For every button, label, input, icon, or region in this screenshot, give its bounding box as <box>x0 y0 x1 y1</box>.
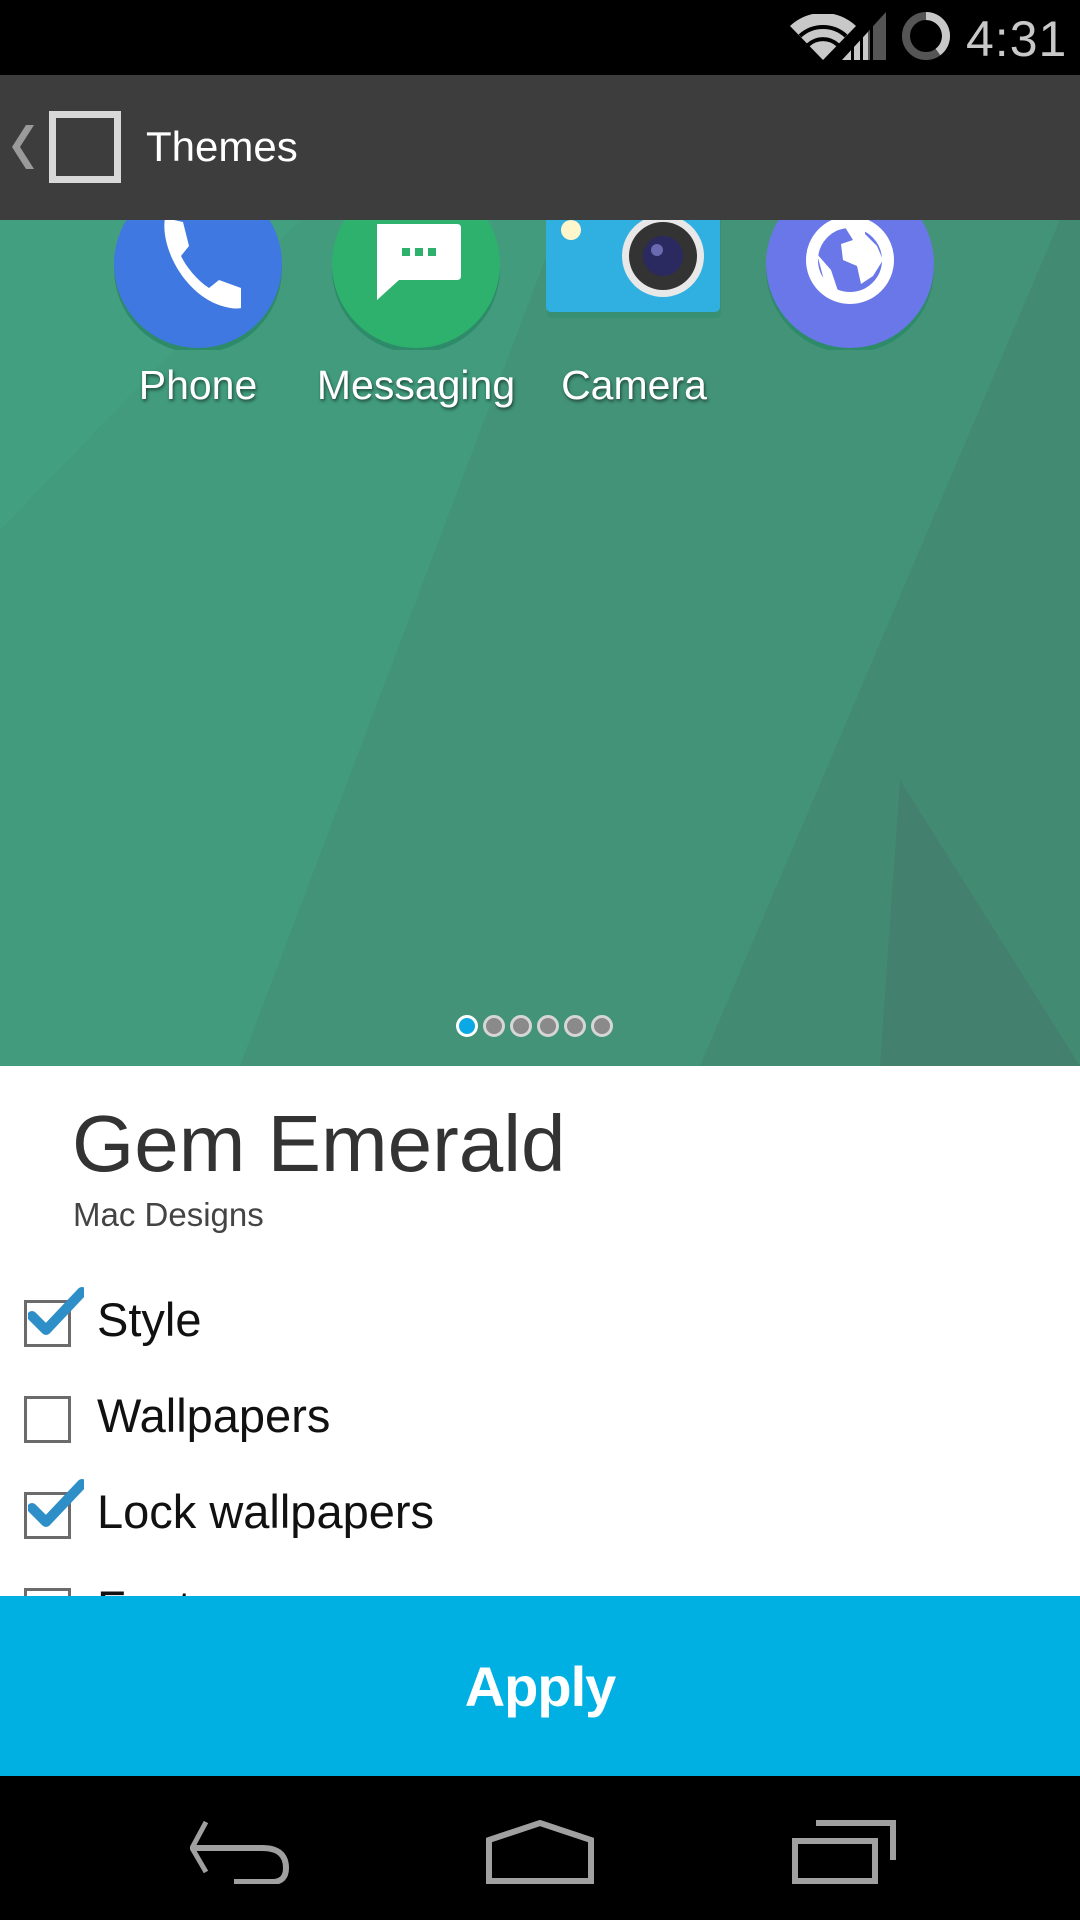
page-dot[interactable] <box>510 1015 532 1037</box>
checkbox-lock-wallpapers[interactable]: Lock wallpapers <box>24 1479 724 1544</box>
checkbox-wallpapers[interactable]: Wallpapers <box>24 1388 724 1448</box>
checkbox[interactable] <box>24 1396 71 1443</box>
page-title: Themes <box>146 123 298 170</box>
checkbox-label: Fonts <box>97 1580 215 1596</box>
app-label: Messaging <box>316 362 516 408</box>
checkbox-fonts[interactable]: Fonts <box>24 1580 724 1596</box>
theme-details: Gem Emerald Mac Designs Style Wallpapers… <box>0 1066 1080 1596</box>
checkbox-style[interactable]: Style <box>24 1287 724 1352</box>
square-icon[interactable] <box>49 111 121 183</box>
home-icon[interactable] <box>486 1820 594 1884</box>
chevron-left-icon[interactable] <box>12 125 34 169</box>
page-dot-active[interactable] <box>456 1015 478 1037</box>
apply-button[interactable]: Apply <box>0 1596 1080 1776</box>
checkbox[interactable] <box>24 1588 71 1596</box>
cell-signal-icon <box>842 12 886 60</box>
page-dot[interactable] <box>483 1015 505 1037</box>
checkbox-label: Lock wallpapers <box>97 1485 435 1538</box>
page-dot[interactable] <box>591 1015 613 1037</box>
app-label: Camera <box>561 362 707 408</box>
app-label: Phone <box>138 362 258 408</box>
navigation-bar <box>0 1776 1080 1920</box>
message-icon <box>332 220 500 350</box>
status-bar: 4:31 <box>0 0 1080 75</box>
checkmark-icon <box>28 1479 84 1527</box>
camera-icon <box>546 220 721 318</box>
phone-icon <box>114 220 282 350</box>
page-indicator <box>456 1015 613 1039</box>
theme-preview[interactable]: Phone Messaging Camera <box>0 220 1080 1066</box>
back-icon[interactable] <box>190 1820 290 1884</box>
clock: 4:31 <box>966 11 1068 67</box>
action-bar: Themes <box>0 75 1080 220</box>
recents-icon[interactable] <box>792 1820 896 1884</box>
checkbox-label: Style <box>97 1293 202 1346</box>
apply-button-label: Apply <box>464 1655 617 1718</box>
theme-author: Mac Designs <box>73 1196 264 1233</box>
theme-name: Gem Emerald <box>72 1099 566 1188</box>
page-dot[interactable] <box>537 1015 559 1037</box>
battery-icon <box>902 12 950 60</box>
globe-icon <box>766 220 934 350</box>
page-dot[interactable] <box>564 1015 586 1037</box>
checkbox-label: Wallpapers <box>97 1389 331 1442</box>
checkmark-icon <box>28 1287 84 1335</box>
